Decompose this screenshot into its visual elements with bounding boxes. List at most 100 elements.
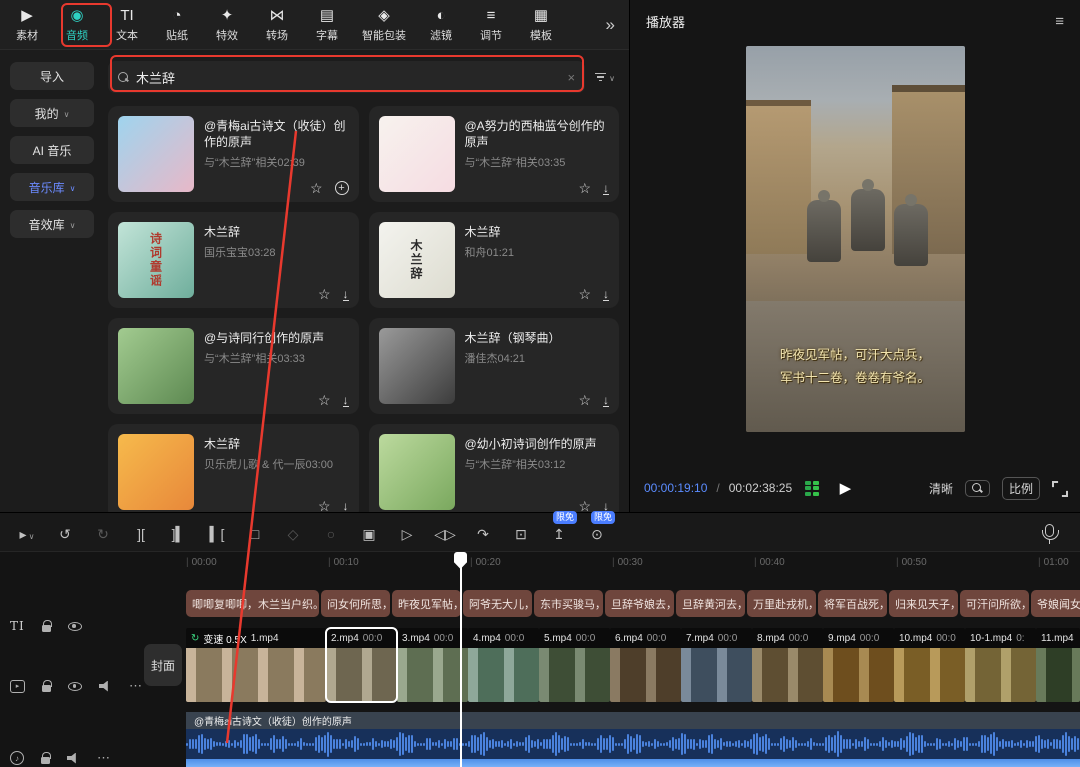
video-clip[interactable]: 11.mp4 [1036,628,1080,702]
video-clip[interactable]: 6.mp400:0 [610,628,681,702]
audio-clip[interactable]: @青梅ai古诗文（收徒）创作的原声 [186,712,1080,767]
video-clip[interactable]: 3.mp400:0 [397,628,468,702]
clarity-button[interactable]: 清晰 [929,480,953,497]
record-icon[interactable]: ⊙限免 [578,522,616,543]
favorite-icon[interactable]: ☆ [318,287,331,301]
pip-icon[interactable]: ▣ [350,522,388,543]
microphone-icon[interactable] [1045,524,1054,537]
chroma-key-icon[interactable]: ○ [312,522,350,542]
mirror-icon[interactable]: ◁▷ [426,522,464,543]
search-box[interactable]: × [108,61,585,93]
music-card[interactable]: @A努力的西柚蓝兮创作的原声与“木兰辞”相关03:35☆↓ [369,106,620,202]
favorite-icon[interactable]: ☆ [578,393,591,407]
frame-grid-icon[interactable] [805,481,819,496]
clear-search-icon[interactable]: × [568,70,576,85]
subtitle-segment[interactable]: 东市买骏马， [534,590,603,617]
search-input[interactable] [136,70,561,85]
preview-play-icon[interactable]: ▷ [388,522,426,543]
tab-字幕[interactable]: ▤字幕 [302,7,352,43]
delete-icon[interactable]: □ [236,522,274,542]
favorite-icon[interactable]: ☆ [578,287,591,301]
tab-素材[interactable]: ▶素材 [2,7,52,43]
lock-icon[interactable] [41,757,50,764]
eye-icon[interactable] [68,622,82,631]
video-clip[interactable]: 2.mp400:0 [326,628,397,702]
sidebar-item-AI 音乐[interactable]: AI 音乐 [10,136,94,164]
download-icon[interactable]: ↓ [603,182,609,195]
subtitle-segment[interactable]: 爷娘闻女来， [1031,590,1080,617]
filter-button[interactable]: ∨ [595,73,619,82]
fullscreen-icon[interactable] [1052,481,1066,495]
download-icon[interactable]: ↓ [343,500,349,513]
download-icon[interactable]: ↓ [343,288,349,301]
eye-icon[interactable] [68,682,82,691]
tab-贴纸[interactable]: ◔贴纸 [152,7,202,43]
tab-滤镜[interactable]: ◐滤镜 [416,7,466,43]
sidebar-item-我的[interactable]: 我的∨ [10,99,94,127]
favorite-icon[interactable]: ☆ [578,181,591,195]
video-clip[interactable]: 4.mp400:0 [468,628,539,702]
subtitle-segment[interactable]: 归来见天子， [889,590,958,617]
select-tool-icon[interactable]: ▸∨ [8,522,46,543]
music-card[interactable]: 木兰辞木兰辞和舟01:21☆↓ [369,212,620,308]
tab-特效[interactable]: ✦特效 [202,7,252,43]
subtitle-segment[interactable]: 万里赴戎机， [747,590,816,617]
mask-icon[interactable]: ◇ [274,522,312,543]
video-clip[interactable]: 8.mp400:0 [752,628,823,702]
export-clip-icon[interactable]: ↥限免 [540,522,578,543]
subtitle-segment[interactable]: 可汗问所欲， [960,590,1029,617]
video-clip[interactable]: 7.mp400:0 [681,628,752,702]
music-card[interactable]: 木兰辞贝乐虎儿歌 & 代一辰03:00☆↓ [108,424,359,512]
lock-icon[interactable] [42,685,51,692]
video-clip[interactable]: 10-1.mp40: [965,628,1036,702]
ratio-button[interactable]: 比例 [1002,477,1040,500]
split-icon[interactable]: ][ [122,522,160,542]
sidebar-item-音乐库[interactable]: 音乐库∨ [10,173,94,201]
music-card[interactable]: 诗词童谣木兰辞国乐宝宝03:28☆↓ [108,212,359,308]
tab-转场[interactable]: ⋈转场 [252,7,302,43]
subtitle-segment[interactable]: 旦辞黄河去， [676,590,745,617]
music-card[interactable]: 木兰辞（钢琴曲）潘佳杰04:21☆↓ [369,318,620,414]
video-clip[interactable]: 9.mp400:0 [823,628,894,702]
subtitle-segment[interactable]: 问女何所思， [321,590,390,617]
download-icon[interactable]: ↓ [603,394,609,407]
speaker-icon[interactable] [99,681,112,692]
trim-left-icon[interactable]: ]▍ [160,522,198,543]
play-button[interactable]: ▶ [840,479,852,497]
subtitle-segment[interactable]: 阿爷无大儿， [463,590,532,617]
subtitle-segment[interactable]: 唧唧复唧唧，木兰当户织。 [186,590,319,617]
add-to-track-icon[interactable]: + [335,181,349,195]
download-icon[interactable]: ↓ [603,288,609,301]
tab-智能包装[interactable]: ◈智能包装 [352,7,416,43]
music-card[interactable]: @青梅ai古诗文（收徒）创作的原声与“木兰辞”相关02:39☆+ [108,106,359,202]
subtitle-segment[interactable]: 将军百战死， [818,590,887,617]
more-options-icon[interactable]: ⋯ [129,678,143,694]
expand-panel-icon[interactable]: » [594,15,627,35]
undo-icon[interactable]: ↺ [46,522,84,543]
speaker-icon[interactable] [67,753,80,764]
sidebar-item-音效库[interactable]: 音效库∨ [10,210,94,238]
more-options-icon[interactable]: ⋯ [97,750,111,766]
tab-音频[interactable]: ◉音频 [52,7,102,43]
music-card[interactable]: @幼小初诗词创作的原声与“木兰辞”相关03:12☆↓ [369,424,620,512]
cover-button[interactable]: 封面 [144,644,182,686]
tab-文本[interactable]: TI文本 [102,7,152,43]
tab-调节[interactable]: ≡调节 [466,7,516,43]
zoom-fit-button[interactable] [965,480,990,497]
sidebar-item-导入[interactable]: 导入 [10,62,94,90]
crop-icon[interactable]: ⊡ [502,522,540,543]
trim-right-icon[interactable]: ▍[ [198,522,236,543]
lock-icon[interactable] [42,625,51,632]
favorite-icon[interactable]: ☆ [578,499,591,512]
favorite-icon[interactable]: ☆ [310,181,323,195]
video-clip[interactable]: ↻变速 0.5X1.mp4 [186,628,326,702]
subtitle-segment[interactable]: 旦辞爷娘去， [605,590,674,617]
subtitle-segment[interactable]: 昨夜见军帖， [392,590,461,617]
tab-模板[interactable]: ▦模板 [516,7,566,43]
favorite-icon[interactable]: ☆ [318,393,331,407]
download-icon[interactable]: ↓ [343,394,349,407]
rotate-icon[interactable]: ↷ [464,522,502,543]
player-menu-icon[interactable]: ≡ [1055,13,1064,30]
video-clip[interactable]: 5.mp400:0 [539,628,610,702]
redo-icon[interactable]: ↻ [84,522,122,543]
